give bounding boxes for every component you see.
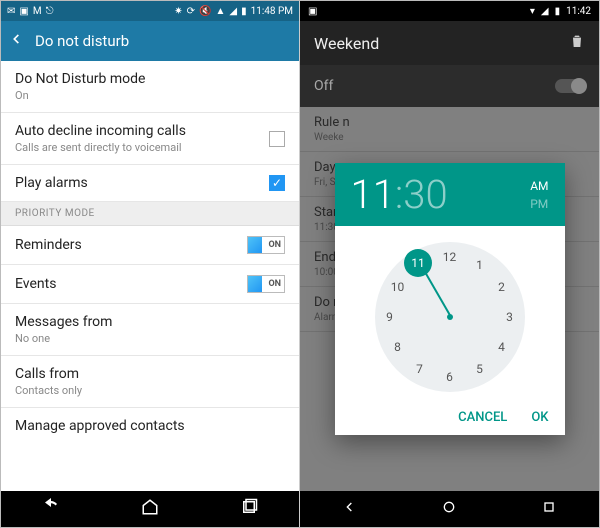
status-bar-right: ▣ ▾ ◢ ▮ 11:42 [300, 1, 599, 21]
clock-number-7[interactable]: 7 [410, 359, 430, 379]
row-dnd-mode[interactable]: Do Not Disturb mode On [1, 61, 299, 113]
am-toggle[interactable]: AM [530, 179, 548, 193]
row-title: Events [15, 276, 247, 292]
clock-number-9[interactable]: 9 [380, 307, 400, 327]
nav-bar-right [300, 491, 599, 527]
row-title: Messages from [15, 314, 285, 330]
clock-number-1[interactable]: 1 [470, 255, 490, 275]
status-bar-left: ✉ ▣ M ⎋ ✷ ⟳ 🔇 ▲ ◢ ▮ 11:48 PM [1, 1, 299, 21]
row-messages-from[interactable]: Messages from No one [1, 304, 299, 356]
checkbox-play-alarms[interactable]: ✓ [269, 175, 285, 191]
row-master-toggle[interactable]: Off [300, 65, 599, 107]
nav-home-button[interactable] [441, 499, 457, 519]
row-title: Calls from [15, 366, 285, 382]
clock-number-10[interactable]: 10 [388, 277, 408, 297]
row-title: Manage approved contacts [15, 418, 285, 434]
row-title: Auto decline incoming calls [15, 123, 269, 139]
row-auto-decline[interactable]: Auto decline incoming calls Calls are se… [1, 113, 299, 165]
header-left: Do not disturb [1, 21, 299, 61]
toggle-events[interactable]: ON [247, 275, 285, 293]
signal-icon: ◢ [229, 6, 237, 17]
nav-back-button[interactable] [42, 498, 60, 520]
notification-icon: ⎋ [46, 6, 54, 17]
modal-overlay: 11 : 30 AM PM 11 12 3 45678 9 10 12 [300, 107, 599, 491]
page-title: Do not disturb [35, 32, 129, 50]
clock-number-6[interactable]: 6 [440, 367, 460, 387]
nav-recent-button[interactable] [240, 498, 258, 520]
pm-toggle[interactable]: PM [530, 197, 548, 211]
row-title: Play alarms [15, 175, 269, 191]
toggle-reminders[interactable]: ON [247, 236, 285, 254]
clock-number-12[interactable]: 12 [440, 247, 460, 267]
mute-icon: 🔇 [199, 6, 211, 17]
notification-icon: M [33, 6, 42, 17]
time-picker-dialog: 11 : 30 AM PM 11 12 3 45678 9 10 12 [335, 163, 565, 435]
status-time: 11:48 PM [251, 6, 293, 17]
nav-back-button[interactable] [342, 499, 358, 519]
switch-off[interactable] [555, 79, 585, 93]
dialog-header: 11 : 30 AM PM [335, 163, 565, 226]
status-time: 11:42 [566, 6, 591, 17]
clock-number-4[interactable]: 4 [491, 337, 511, 357]
row-events[interactable]: Events ON [1, 265, 299, 304]
screenshot-icon: ▣ [308, 6, 317, 17]
clock-hand [422, 268, 452, 317]
time-colon: : [395, 171, 403, 218]
notification-icon: ▣ [19, 6, 28, 17]
nav-recent-button[interactable] [541, 499, 557, 519]
battery-icon: ▮ [241, 6, 247, 17]
vibrate-icon: ✷ [174, 6, 182, 17]
signal-icon: ◢ [541, 6, 549, 17]
row-subtitle: No one [15, 332, 285, 345]
delete-button[interactable] [569, 33, 585, 53]
clock-number-2[interactable]: 2 [491, 277, 511, 297]
nav-home-button[interactable] [141, 498, 159, 520]
row-calls-from[interactable]: Calls from Contacts only [1, 356, 299, 408]
cancel-button[interactable]: CANCEL [458, 410, 507, 425]
ok-button[interactable]: OK [531, 410, 548, 425]
clock-number-8[interactable]: 8 [388, 337, 408, 357]
clock-number-3[interactable]: 3 [500, 307, 520, 327]
row-title: Reminders [15, 237, 247, 253]
header-right: Weekend [300, 21, 599, 65]
clock-face[interactable]: 11 1234567891012 [375, 242, 525, 392]
sync-icon: ⟳ [187, 6, 195, 17]
row-play-alarms[interactable]: Play alarms ✓ [1, 165, 299, 202]
clock-number-11[interactable] [410, 255, 430, 275]
wifi-icon: ▾ [530, 6, 535, 17]
row-subtitle: Calls are sent directly to voicemail [15, 141, 269, 154]
page-title: Weekend [314, 34, 379, 53]
background-list: Rule nWeeke DaysFri, Sat Start ti11:30 P… [300, 107, 599, 491]
row-manage-contacts[interactable]: Manage approved contacts [1, 408, 299, 444]
section-header-priority: PRIORITY MODE [1, 202, 299, 226]
toggle-label: Off [314, 78, 333, 94]
battery-icon: ▮ [555, 6, 561, 17]
row-reminders[interactable]: Reminders ON [1, 226, 299, 265]
row-subtitle: Contacts only [15, 384, 285, 397]
hour-display[interactable]: 11 [351, 171, 395, 218]
settings-list: Do Not Disturb mode On Auto decline inco… [1, 61, 299, 491]
minute-display[interactable]: 30 [403, 171, 447, 218]
clock-number-5[interactable]: 5 [470, 359, 490, 379]
checkbox-auto-decline[interactable] [269, 131, 285, 147]
notification-icon: ✉ [7, 6, 15, 17]
row-title: Do Not Disturb mode [15, 71, 285, 87]
row-subtitle: On [15, 89, 285, 102]
back-button[interactable] [9, 32, 23, 50]
wifi-icon: ▲ [215, 6, 225, 17]
nav-bar-left [1, 491, 299, 527]
